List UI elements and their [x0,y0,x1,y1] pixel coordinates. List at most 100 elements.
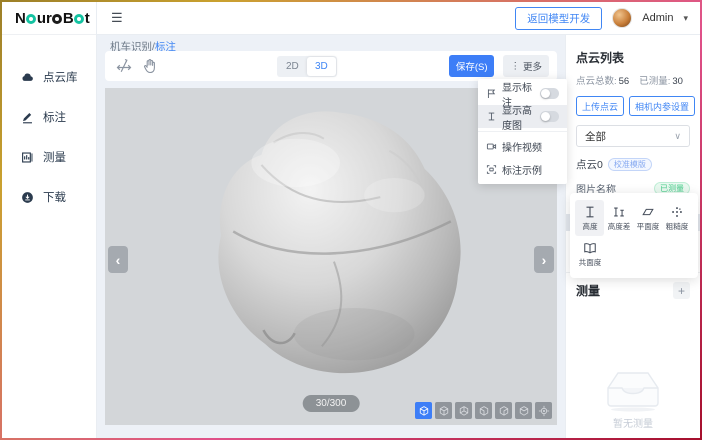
add-measurement-button[interactable]: + [673,282,690,299]
mode-3d-button[interactable]: 3D [307,57,336,76]
view-cube-right-button[interactable] [495,402,512,419]
cube-icon [438,405,450,417]
sidebar-item-label: 标注 [43,109,66,125]
frame-icon [486,164,497,175]
tool-flatness[interactable]: 平面度 [633,200,662,236]
view-cube-left-button[interactable] [475,402,492,419]
select-caret-icon: ∨ [674,131,681,142]
view-cube-default-button[interactable] [415,402,432,419]
sidebar-item-pointcloud-library[interactable]: 点云库 [2,57,96,97]
view-cube-top-button[interactable] [515,402,532,419]
tool-coplanarity[interactable]: 共面度 [575,236,604,272]
sidebar-item-annotate[interactable]: 标注 [2,97,96,137]
show-annotations-toggle[interactable] [540,88,559,99]
tool-label: 高度差 [607,221,630,231]
view-cube-front-button[interactable] [435,402,452,419]
menu-item-tutorial-video[interactable]: 操作视频 [478,135,567,158]
empty-inbox-icon [604,368,662,412]
height-difference-icon [612,205,626,219]
sidebar-item-measure[interactable]: 测量 [2,137,96,177]
pan-hand-button[interactable] [139,55,161,77]
sidebar-item-label: 下载 [43,189,66,205]
pointcloud-group-name: 点云0 [576,157,603,172]
more-label: 更多 [523,59,542,73]
coplanarity-icon [583,241,597,255]
tooth-3d-render [203,101,475,391]
show-heightmap-toggle[interactable] [540,111,559,122]
tool-label: 高度 [582,221,597,231]
menu-item-show-heightmap[interactable]: 显示高度图 [478,105,567,128]
stat-total-label: 点云总数: [576,76,617,87]
avatar[interactable] [612,8,632,28]
more-dots-icon: ⋮ [510,61,520,72]
cube-icon [418,405,430,417]
sidebar-item-download[interactable]: 下载 [2,177,96,217]
stat-total-value: 56 [619,76,630,87]
roughness-icon [670,205,684,219]
empty-state: 暂无测量 [566,368,700,430]
filter-select[interactable]: 全部 ∨ [576,125,690,147]
cube-icon [498,405,510,417]
flatness-icon [641,205,655,219]
logo-gear-icon [26,14,36,24]
chevron-left-icon: ‹ [116,252,121,268]
height-icon [583,205,597,219]
menu-item-annotation-example[interactable]: 标注示例 [478,158,567,181]
cube-icon [518,405,530,417]
height-map-icon [486,111,497,122]
sidebar-item-label: 点云库 [43,69,78,85]
logo-gear-icon [74,14,84,24]
chevron-right-icon: › [542,252,547,268]
empty-state-text: 暂无测量 [613,415,653,430]
template-badge: 校准模版 [608,158,652,171]
next-image-button[interactable]: › [534,246,554,273]
rotate-3d-button[interactable] [113,55,135,77]
mode-2d-button[interactable]: 2D [278,57,307,76]
save-button[interactable]: 保存(S) [449,55,495,77]
app-logo: NurBt [2,2,96,35]
logo-text: ur [37,10,52,27]
pointcloud-group-row[interactable]: 点云0 校准模版 [576,157,690,172]
download-icon [21,191,34,204]
reset-view-button[interactable] [535,402,552,419]
measure-icon [21,151,34,164]
tool-height-difference[interactable]: 高度差 [604,200,633,236]
plus-icon: + [678,285,685,297]
canvas-toolbar: 2D 3D 保存(S) ⋮更多 [105,51,557,81]
video-icon [486,141,497,152]
measure-tool-popup: 高度 高度差 平面度 粗糙度 共面度 [570,193,698,278]
filter-selected-value: 全部 [585,129,606,144]
pointcloud-stats: 点云总数:56 已测量:30 [576,73,690,87]
upload-pointcloud-button[interactable]: 上传点云 [576,96,624,116]
tool-height[interactable]: 高度 [575,200,604,236]
sidebar-menu: 点云库 标注 测量 下载 [2,35,96,217]
menu-fold-icon[interactable]: ☰ [111,10,123,26]
tool-label: 粗糙度 [665,221,688,231]
sidebar: NurBt 点云库 标注 测量 下载 [2,2,97,438]
chevron-down-icon[interactable]: ▾ [683,13,688,24]
more-dropdown-menu: 显示标注 显示高度图 操作视频 标注示例 [478,79,567,184]
camera-intrinsics-button[interactable]: 相机内参设置 [629,96,695,116]
flag-icon [486,88,497,99]
more-button[interactable]: ⋮更多 [503,55,549,77]
view-cube-back-button[interactable] [455,402,472,419]
logo-text: B [63,10,74,27]
menu-item-label: 显示高度图 [502,102,535,132]
tool-roughness[interactable]: 粗糙度 [662,200,691,236]
stat-measured-value: 30 [672,76,683,87]
tool-label: 共面度 [578,257,601,267]
prev-image-button[interactable]: ‹ [108,246,128,273]
back-to-model-dev-button[interactable]: 返回模型开发 [515,7,602,30]
pen-icon [21,111,34,124]
logo-gear-icon [52,14,62,24]
view-mode-segment: 2D 3D [277,56,337,77]
cube-icon [478,405,490,417]
cloud-icon [21,71,34,84]
logo-text: N [15,10,26,27]
view-orientation-controls [415,402,552,419]
user-name[interactable]: Admin [642,12,673,24]
sidebar-item-label: 测量 [43,149,66,165]
rotate-3d-icon [116,58,132,74]
top-header: ☰ 返回模型开发 Admin ▾ [97,2,700,35]
stat-measured-label: 已测量: [639,76,670,87]
